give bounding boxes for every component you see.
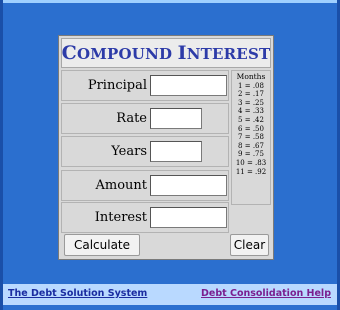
- principal-row: Principal: [61, 70, 229, 101]
- rate-row: Rate: [61, 103, 229, 134]
- months-row: 4 = .33: [238, 107, 264, 116]
- amount-label: Amount: [95, 178, 147, 193]
- months-row: 2 = .17: [238, 90, 264, 99]
- calculator-title: COMPOUND INTEREST: [62, 42, 271, 64]
- title-initial-i: I: [177, 42, 187, 64]
- months-row: 6 = .50: [238, 124, 264, 133]
- window-left-border: [0, 0, 3, 310]
- months-row: 3 = .25: [238, 98, 264, 107]
- years-input[interactable]: [150, 141, 202, 162]
- months-row: 11 = .92: [235, 167, 267, 176]
- footer-bar: The Debt Solution System Debt Consolidat…: [3, 284, 337, 305]
- rate-label: Rate: [116, 111, 147, 126]
- title-word-2: NTEREST: [186, 45, 271, 63]
- months-row: 5 = .42: [238, 115, 264, 124]
- calculate-button[interactable]: Calculate: [64, 234, 140, 256]
- debt-consolidation-help-link[interactable]: Debt Consolidation Help: [201, 288, 331, 299]
- amount-row: Amount: [61, 170, 229, 201]
- months-table: Months 1 = .08 2 = .17 3 = .25 4 = .33 5…: [231, 70, 271, 205]
- years-row: Years: [61, 136, 229, 167]
- debt-solution-system-link[interactable]: The Debt Solution System: [8, 288, 147, 299]
- principal-label: Principal: [87, 78, 147, 93]
- rate-input[interactable]: [150, 108, 202, 129]
- title-word-1: OMPOUND: [76, 45, 173, 63]
- months-heading: Months: [236, 72, 266, 81]
- months-row: 8 = .67: [238, 141, 264, 150]
- compound-interest-calculator: COMPOUND INTEREST Principal Rate Years A…: [58, 35, 274, 260]
- years-label: Years: [111, 144, 147, 159]
- clear-button[interactable]: Clear: [230, 234, 269, 256]
- button-row: Calculate Clear: [61, 233, 271, 258]
- window-top-border: [0, 0, 340, 3]
- interest-label: Interest: [94, 210, 147, 225]
- interest-input[interactable]: [150, 207, 227, 228]
- principal-input[interactable]: [150, 75, 227, 96]
- months-row: 1 = .08: [238, 81, 264, 90]
- amount-input[interactable]: [150, 175, 227, 196]
- title-initial-c: C: [61, 42, 77, 64]
- title-box: COMPOUND INTEREST: [61, 38, 271, 68]
- months-row: 7 = .58: [238, 133, 264, 142]
- months-row: 10 = .83: [235, 158, 267, 167]
- interest-row: Interest: [61, 202, 229, 233]
- months-row: 9 = .75: [238, 150, 264, 159]
